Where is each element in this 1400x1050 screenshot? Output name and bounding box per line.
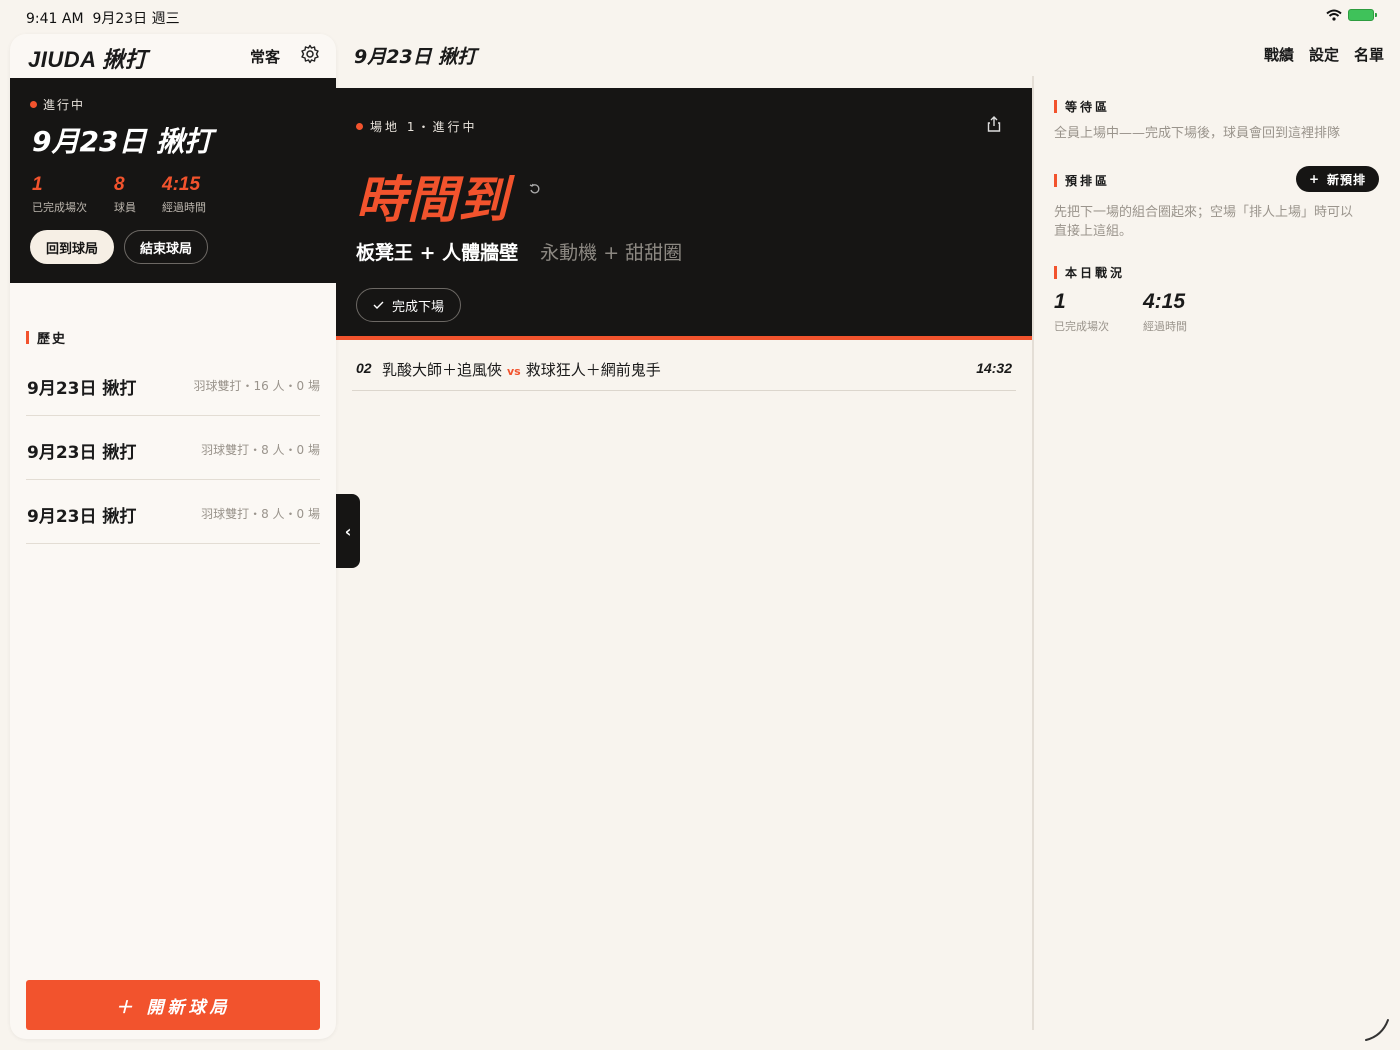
new-prebook-label: 新預排: [1327, 172, 1367, 187]
today-stat-label: 已完成場次: [1054, 320, 1109, 333]
brand-logo: JIUDA 揪打: [28, 47, 148, 72]
court-card: 場地 1・進行中 時間到 板凳王 + 人體牆壁 永動機 + 甜甜圈 完成下場: [336, 88, 1033, 340]
accent-bar: [1054, 100, 1057, 113]
today-stat-completed: 1 已完成場次: [1054, 290, 1143, 334]
court-teams: 板凳王 + 人體牆壁 永動機 + 甜甜圈: [356, 238, 682, 265]
new-prebook-button[interactable]: + 新預排: [1296, 166, 1379, 192]
vs-label: vs: [507, 365, 521, 378]
waiting-heading: 等待區: [1054, 98, 1110, 115]
court-status-label: 場地 1・進行中: [370, 120, 478, 134]
queue-row[interactable]: 02 乳酸大師＋追風俠 vs 救球狂人＋網前鬼手 14:32: [352, 340, 1016, 391]
history-meta: 羽球雙打・16 人・0 場: [193, 379, 320, 393]
share-icon[interactable]: [987, 116, 1001, 132]
history-meta: 羽球雙打・8 人・0 場: [201, 443, 320, 457]
stat-label: 球員: [114, 201, 136, 214]
clock: 9:41 AM: [26, 11, 84, 27]
finish-match-button[interactable]: 完成下場: [356, 288, 461, 322]
waiting-heading-label: 等待區: [1065, 100, 1111, 114]
history-heading: 歷史: [26, 328, 67, 347]
collapse-sidebar-handle[interactable]: ‹: [336, 494, 360, 568]
history-item[interactable]: 9月23日 揪打 羽球雙打・8 人・0 場: [26, 480, 320, 544]
nav-settings[interactable]: 設定: [1309, 44, 1339, 65]
queue-time: 14:32: [976, 360, 1012, 376]
live-dot-icon: [356, 123, 363, 130]
time-up-headline: 時間到: [356, 171, 509, 229]
prebook-heading-label: 預排區: [1065, 174, 1111, 188]
accent-bar: [26, 331, 29, 344]
history-item[interactable]: 9月23日 揪打 羽球雙打・8 人・0 場: [26, 416, 320, 480]
status-bar: 9:41 AM 9月23日 週三: [0, 0, 1400, 32]
session-title: 9月23日 揪打: [32, 125, 213, 158]
live-dot-icon: [30, 101, 37, 108]
today-stat-value: 4:15: [1143, 290, 1186, 313]
team-b: 永動機 + 甜甜圈: [540, 242, 683, 264]
plus-icon: +: [1308, 172, 1321, 186]
team-a: 板凳王 + 人體牆壁: [356, 242, 519, 264]
top-nav: 戰績 設定 名單: [1264, 44, 1384, 65]
live-indicator: 進行中: [30, 96, 85, 113]
stat-value: 8: [114, 174, 125, 195]
stat-value: 4:15: [162, 174, 201, 195]
history-meta: 羽球雙打・8 人・0 場: [201, 507, 320, 521]
status-icons: [1326, 9, 1377, 21]
history-title: 9月23日 揪打: [27, 443, 137, 463]
finish-match-label: 完成下場: [391, 299, 444, 315]
today-stat-elapsed: 4:15 經過時間: [1143, 290, 1232, 334]
stat-label: 經過時間: [162, 201, 206, 214]
history-heading-label: 歷史: [37, 332, 68, 347]
waiting-text: 全員上場中——完成下場後，球員會回到這裡排隊: [1054, 126, 1341, 141]
today-heading-label: 本日戰況: [1065, 266, 1126, 280]
check-icon: [373, 301, 384, 309]
status-time: 9:41 AM 9月23日 週三: [26, 8, 180, 28]
queue-team-b: 救球狂人＋網前鬼手: [525, 361, 661, 379]
queue-teams: 乳酸大師＋追風俠 vs 救球狂人＋網前鬼手: [382, 359, 661, 380]
nav-roster[interactable]: 名單: [1354, 44, 1384, 65]
court-status: 場地 1・進行中: [356, 118, 477, 135]
prebook-text: 先把下一場的組合圈起來；空場「排人上場」時可以直接上這組。: [1054, 205, 1354, 239]
nav-standings[interactable]: 戰績: [1264, 44, 1294, 65]
today-stat-value: 1: [1054, 290, 1066, 313]
history-list: 9月23日 揪打 羽球雙打・16 人・0 場 9月23日 揪打 羽球雙打・8 人…: [26, 352, 320, 544]
sidebar: JIUDA 揪打 常客 進行中 9月23日 揪打 1 已完成場次 8 球員 4:…: [10, 34, 336, 1039]
history-item[interactable]: 9月23日 揪打 羽球雙打・16 人・0 場: [26, 352, 320, 416]
page-title: 9月23日 揪打: [354, 46, 477, 68]
today-heading: 本日戰況: [1054, 264, 1125, 281]
battery-icon: [1348, 9, 1377, 21]
gear-icon[interactable]: [300, 44, 320, 64]
queue-number: 02: [356, 360, 372, 376]
today-stat-label: 經過時間: [1143, 320, 1187, 333]
reset-icon[interactable]: [529, 183, 541, 195]
accent-bar: [1054, 266, 1057, 279]
stat-label: 已完成場次: [32, 201, 87, 214]
sidebar-header: JIUDA 揪打 常客: [10, 34, 336, 78]
regulars-button[interactable]: 常客: [250, 46, 280, 67]
today-stats: 1 已完成場次 4:15 經過時間: [1054, 290, 1232, 334]
stat-players: 8 球員: [114, 174, 162, 215]
prebook-heading: 預排區: [1054, 172, 1110, 189]
live-label: 進行中: [43, 98, 86, 112]
stat-value: 1: [32, 174, 43, 195]
stat-elapsed: 4:15 經過時間: [162, 174, 244, 215]
new-session-button[interactable]: ＋ 開新球局: [26, 980, 320, 1030]
status-date: 9月23日 週三: [92, 11, 180, 27]
stat-completed: 1 已完成場次: [32, 174, 114, 215]
current-session-card: 進行中 9月23日 揪打 1 已完成場次 8 球員 4:15 經過時間 回到球局…: [10, 78, 336, 283]
queue-team-a: 乳酸大師＋追風俠: [382, 361, 503, 379]
wifi-icon: [1326, 9, 1342, 21]
history-title: 9月23日 揪打: [27, 379, 137, 399]
session-stats: 1 已完成場次 8 球員 4:15 經過時間: [32, 174, 244, 215]
end-session-button[interactable]: 結束球局: [124, 230, 208, 264]
panel-divider: [1032, 76, 1034, 1030]
accent-bar: [1054, 174, 1057, 187]
history-title: 9月23日 揪打: [27, 507, 137, 527]
resize-corner-icon: [1365, 1019, 1389, 1041]
return-to-session-button[interactable]: 回到球局: [30, 230, 114, 264]
